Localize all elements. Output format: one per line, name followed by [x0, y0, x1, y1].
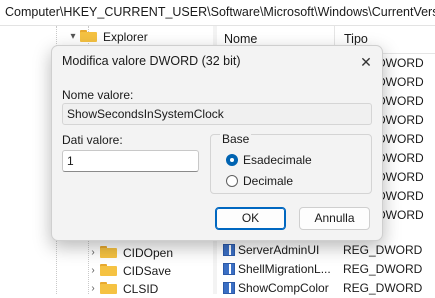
- chevron-right-icon[interactable]: ›: [86, 280, 100, 298]
- value-data-input[interactable]: 1: [62, 150, 199, 172]
- row-name: ShellMigrationL...: [238, 262, 331, 276]
- radio-hexadecimal[interactable]: Esadecimale: [226, 152, 312, 168]
- value-name-text: ShowSecondsInSystemClock: [67, 107, 224, 121]
- radio-dec-label: Decimale: [243, 174, 294, 188]
- edit-dword-dialog: Modifica valore DWORD (32 bit) ✕ Nome va…: [51, 45, 383, 241]
- value-data-text: 1: [67, 154, 74, 168]
- column-header-name[interactable]: Nome: [224, 32, 257, 46]
- row-type: DWORD: [377, 189, 424, 203]
- row-type: DWORD: [377, 94, 424, 108]
- tree-item-explorer[interactable]: ▾ Explorer: [66, 28, 148, 46]
- value-data-label: Dati valore:: [62, 133, 123, 147]
- folder-icon: [100, 246, 117, 258]
- base-label: Base: [220, 132, 252, 146]
- tree-item-clsid[interactable]: › CLSID: [86, 280, 158, 298]
- tree-item-label: Explorer: [103, 30, 148, 44]
- radio-hex-label: Esadecimale: [243, 153, 312, 167]
- row-type: DWORD: [377, 56, 424, 70]
- radio-unselected-icon[interactable]: [226, 175, 238, 187]
- column-header-type[interactable]: Tipo: [344, 32, 368, 46]
- tree-item-cidsave[interactable]: › CIDSave: [86, 262, 171, 280]
- tree-item-label: CIDSave: [123, 264, 172, 278]
- row-type: DWORD: [377, 132, 424, 146]
- address-bar[interactable]: Computer\HKEY_CURRENT_USER\Software\Micr…: [0, 0, 435, 26]
- value-name-label: Nome valore:: [62, 88, 134, 102]
- dialog-title: Modifica valore DWORD (32 bit): [62, 54, 241, 68]
- address-path: Computer\HKEY_CURRENT_USER\Software\Micr…: [5, 5, 435, 19]
- list-row[interactable]: ShowCompColor REG_DWORD: [217, 279, 435, 298]
- tree-item-cidopen[interactable]: › CIDOpen: [86, 244, 173, 262]
- row-type: REG_DWORD: [343, 243, 423, 257]
- row-type: DWORD: [377, 151, 424, 165]
- row-name: ShowCompColor: [238, 281, 329, 295]
- dword-value-icon: [223, 244, 235, 256]
- tree-item-label: CIDOpen: [123, 246, 174, 260]
- row-type: DWORD: [377, 208, 424, 222]
- chevron-down-icon[interactable]: ▾: [66, 28, 80, 46]
- close-icon[interactable]: ✕: [355, 51, 377, 73]
- folder-icon: [100, 264, 117, 276]
- ok-button[interactable]: OK: [215, 207, 286, 230]
- list-row[interactable]: ShellMigrationL... REG_DWORD: [217, 260, 435, 279]
- chevron-right-icon[interactable]: ›: [86, 262, 100, 280]
- dword-value-icon: [223, 263, 235, 275]
- value-name-field: ShowSecondsInSystemClock: [62, 103, 372, 125]
- radio-decimal[interactable]: Decimale: [226, 173, 293, 189]
- dword-value-icon: [223, 282, 235, 294]
- radio-selected-icon[interactable]: [226, 154, 238, 166]
- folder-icon: [80, 30, 97, 42]
- folder-icon: [100, 282, 117, 294]
- row-type: DWORD: [377, 170, 424, 184]
- row-type: DWORD: [377, 113, 424, 127]
- list-row[interactable]: ServerAdminUI REG_DWORD: [217, 241, 435, 260]
- row-name: ServerAdminUI: [238, 243, 320, 257]
- cancel-button[interactable]: Annulla: [299, 207, 370, 230]
- row-type: REG_DWORD: [343, 281, 423, 295]
- row-type: REG_DWORD: [343, 262, 423, 276]
- row-type: DWORD: [377, 75, 424, 89]
- chevron-right-icon[interactable]: ›: [86, 244, 100, 262]
